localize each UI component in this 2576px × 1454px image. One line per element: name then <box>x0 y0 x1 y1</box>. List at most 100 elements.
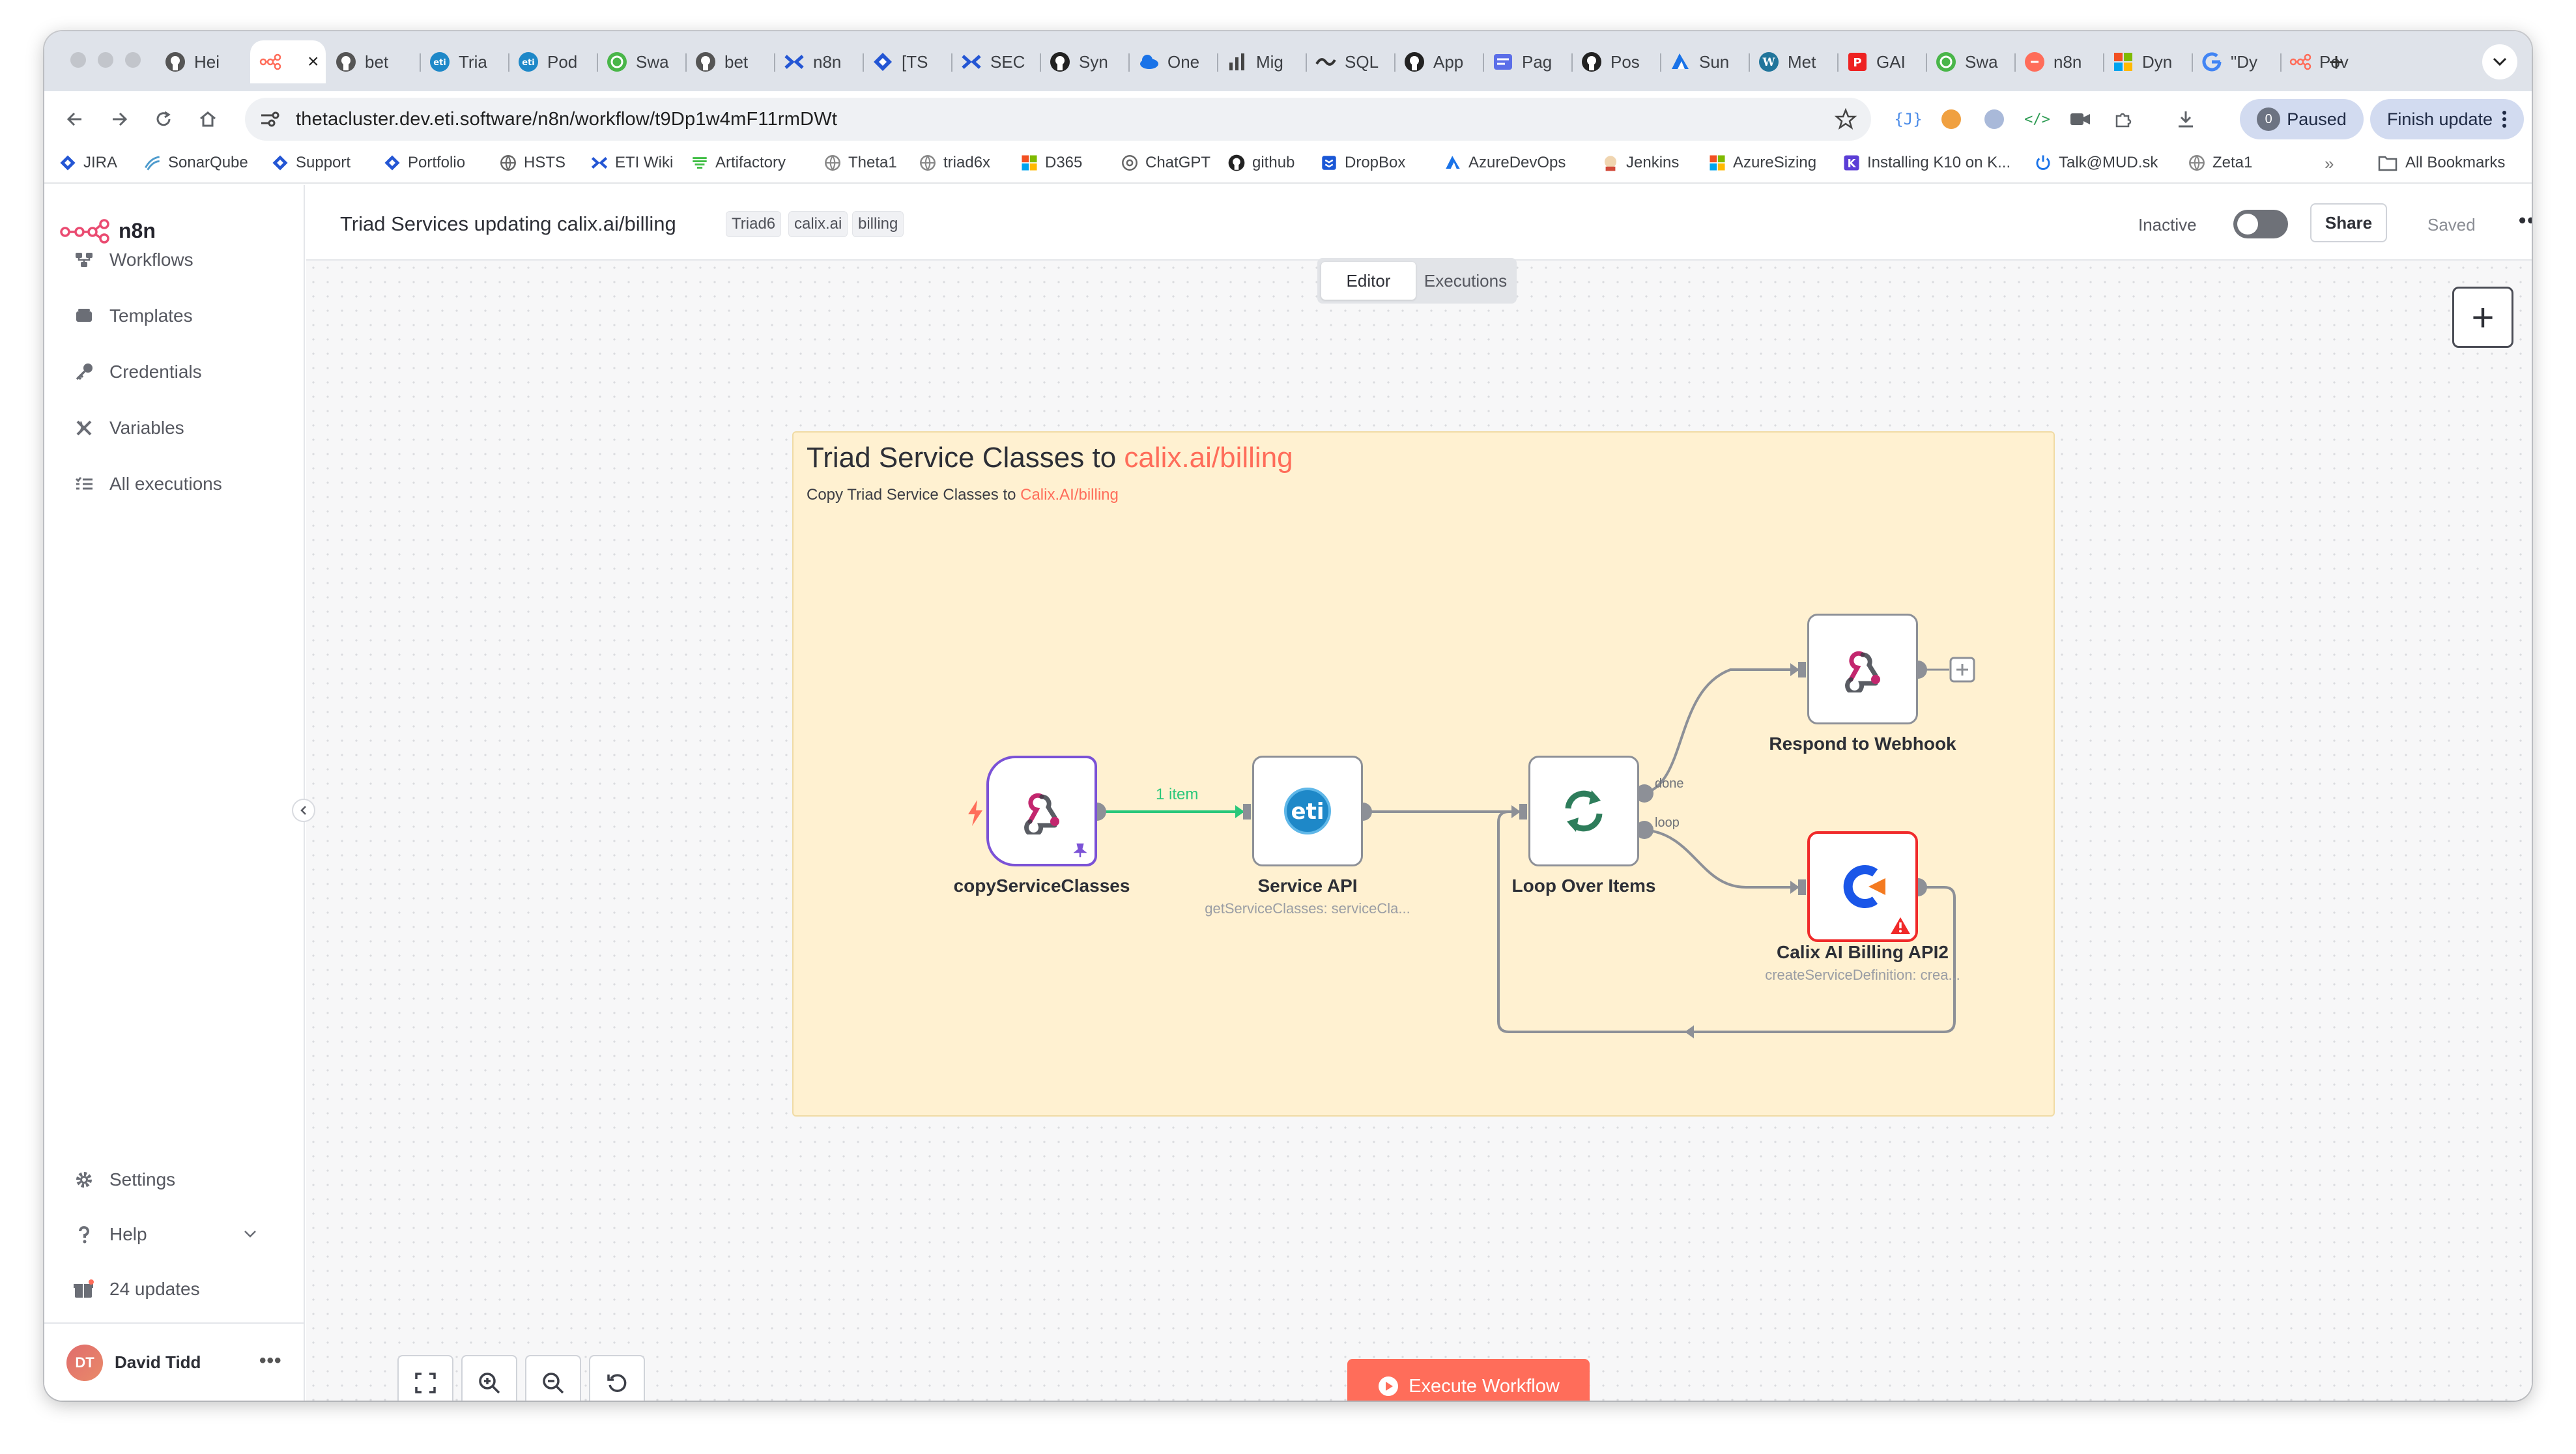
json-extension-icon[interactable]: {J} <box>1894 107 1922 132</box>
sidebar-item-workflows[interactable]: Workflows <box>73 249 193 271</box>
node-service-api[interactable]: eti <box>1252 756 1363 866</box>
execute-workflow-button[interactable]: Execute Workflow <box>1347 1359 1590 1401</box>
node-copy-service-classes[interactable] <box>986 756 1097 866</box>
bookmark-item[interactable]: AzureSizing <box>1708 154 1816 172</box>
workflow-canvas[interactable]: Editor Executions + Triad Service Classe… <box>306 258 2532 1401</box>
browser-tab[interactable]: Sun <box>1660 40 1749 83</box>
bookmark-item[interactable]: Jenkins <box>1601 154 1679 172</box>
tag-triad6[interactable]: Triad6 <box>726 211 782 237</box>
browser-tab[interactable]: Dyn <box>2103 40 2192 83</box>
workflow-menu-button[interactable]: ••• <box>2519 208 2532 233</box>
address-bar[interactable]: thetacluster.dev.eti.software/n8n/workfl… <box>245 98 1871 141</box>
bookmark-item[interactable]: github <box>1227 154 1295 172</box>
bookmark-item[interactable]: HSTS <box>499 154 565 172</box>
shield-extension-icon[interactable] <box>1982 107 2007 132</box>
sidebar-item-all-executions[interactable]: All executions <box>73 473 222 495</box>
sticky-subtitle-link[interactable]: Calix.AI/billing <box>1020 486 1119 504</box>
browser-tab[interactable]: SEC <box>951 40 1040 83</box>
avatar[interactable]: DT <box>66 1345 103 1381</box>
zoom-out-button[interactable] <box>525 1355 581 1401</box>
sidebar-item-credentials[interactable]: Credentials <box>73 361 202 383</box>
profile-paused-button[interactable]: 0 Paused <box>2240 99 2364 139</box>
n8n-logo[interactable]: n8n <box>60 218 156 244</box>
home-button[interactable] <box>193 104 223 134</box>
bookmark-item[interactable]: K Installing K10 on K... <box>1842 154 2011 172</box>
active-toggle[interactable] <box>2233 210 2288 238</box>
node-calix-ai-billing-api2[interactable] <box>1807 831 1918 942</box>
new-tab-button[interactable]: + <box>2318 44 2354 81</box>
bookmark-item[interactable]: SonarQube <box>143 154 248 172</box>
reload-button[interactable] <box>149 104 179 134</box>
browser-tab[interactable]: Pos <box>1571 40 1660 83</box>
bookmark-item[interactable]: DropBox <box>1320 154 1405 172</box>
browser-tab[interactable]: App <box>1394 40 1483 83</box>
tab-executions[interactable]: Executions <box>1418 262 1513 300</box>
browser-tab[interactable]: P GAI <box>1837 40 1926 83</box>
browser-tab[interactable]: SQL <box>1306 40 1394 83</box>
tab-editor[interactable]: Editor <box>1321 262 1416 300</box>
sidebar-item-variables[interactable]: Variables <box>73 417 184 439</box>
browser-tab[interactable]: [TS <box>863 40 951 83</box>
cookie-extension-icon[interactable] <box>1939 107 1964 132</box>
share-button[interactable]: Share <box>2310 203 2387 242</box>
browser-tab[interactable]: Hei <box>155 40 250 83</box>
bookmark-item[interactable]: Theta1 <box>823 154 897 172</box>
sidebar-item-templates[interactable]: Templates <box>73 305 193 327</box>
browser-tab[interactable]: n8n <box>2014 40 2103 83</box>
add-node-button[interactable]: + <box>2452 287 2513 348</box>
puzzle-extensions-icon[interactable] <box>2111 107 2136 132</box>
minimize-window-button[interactable] <box>98 52 113 68</box>
bookmark-item[interactable]: ChatGPT <box>1121 154 1210 172</box>
video-extension-icon[interactable] <box>2068 107 2093 132</box>
browser-tab[interactable]: "Dy <box>2192 40 2280 83</box>
node-respond-to-webhook[interactable] <box>1807 614 1918 724</box>
bookmark-item[interactable]: Support <box>271 154 351 172</box>
download-icon[interactable] <box>2173 107 2198 132</box>
tag-calix[interactable]: calix.ai <box>788 211 848 237</box>
browser-tab[interactable]: Mig <box>1217 40 1306 83</box>
sticky-note[interactable]: Triad Service Classes to calix.ai/billin… <box>792 431 2055 1117</box>
warning-icon[interactable] <box>1889 916 1911 935</box>
browser-tab[interactable]: One <box>1128 40 1217 83</box>
sidebar-item-settings[interactable]: Settings <box>73 1169 175 1191</box>
bookmark-star-icon[interactable] <box>1835 108 1857 130</box>
browser-tab[interactable]: Pag <box>1483 40 1571 83</box>
browser-tab[interactable]: Swa <box>597 40 685 83</box>
maximize-window-button[interactable] <box>125 52 141 68</box>
bookmark-item[interactable]: Artifactory <box>691 154 786 172</box>
tab-search-button[interactable] <box>2482 44 2517 79</box>
forward-button[interactable] <box>104 104 134 134</box>
workflow-title[interactable]: Triad Services updating calix.ai/billing <box>340 212 676 236</box>
back-button[interactable] <box>60 104 90 134</box>
bookmark-item[interactable]: ETI Wiki <box>590 154 673 172</box>
browser-tab[interactable]: bet <box>685 40 774 83</box>
browser-tab[interactable]: Syn <box>1040 40 1128 83</box>
bookmark-item[interactable]: AzureDevOps <box>1444 154 1566 172</box>
browser-tab[interactable]: bet <box>326 40 420 83</box>
browser-tab[interactable]: n8n <box>774 40 863 83</box>
user-menu-button[interactable]: ••• <box>259 1350 282 1372</box>
browser-tab[interactable]: eti Tria <box>420 40 508 83</box>
close-tab-icon[interactable]: × <box>308 51 319 73</box>
browser-tab[interactable]: eti Pod <box>508 40 597 83</box>
close-window-button[interactable] <box>70 52 86 68</box>
more-bookmarks-icon[interactable]: » <box>2325 154 2334 174</box>
browser-tab[interactable]: Swa <box>1926 40 2014 83</box>
tag-billing[interactable]: billing <box>852 211 904 237</box>
sticky-title-link[interactable]: calix.ai/billing <box>1124 442 1293 474</box>
reset-zoom-button[interactable] <box>589 1355 645 1401</box>
bookmark-item[interactable]: triad6x <box>919 154 990 172</box>
bookmark-item[interactable]: D365 <box>1020 154 1082 172</box>
sidebar-item-24-updates[interactable]: 24 updates <box>73 1278 200 1300</box>
finish-update-button[interactable]: Finish update <box>2370 99 2524 139</box>
browser-tab[interactable]: × <box>250 40 326 83</box>
node-loop-over-items[interactable] <box>1528 756 1639 866</box>
all-bookmarks-button[interactable]: All Bookmarks <box>2378 154 2505 172</box>
url-text[interactable]: thetacluster.dev.eti.software/n8n/workfl… <box>296 109 837 130</box>
bookmark-item[interactable]: Talk@MUD.sk <box>2034 154 2158 172</box>
sidebar-item-help[interactable]: Help <box>73 1223 256 1246</box>
zoom-to-fit-button[interactable] <box>397 1355 453 1401</box>
code-extension-icon[interactable]: </> <box>2024 107 2050 132</box>
collapse-sidebar-button[interactable] <box>292 799 315 822</box>
zoom-in-button[interactable] <box>461 1355 517 1401</box>
